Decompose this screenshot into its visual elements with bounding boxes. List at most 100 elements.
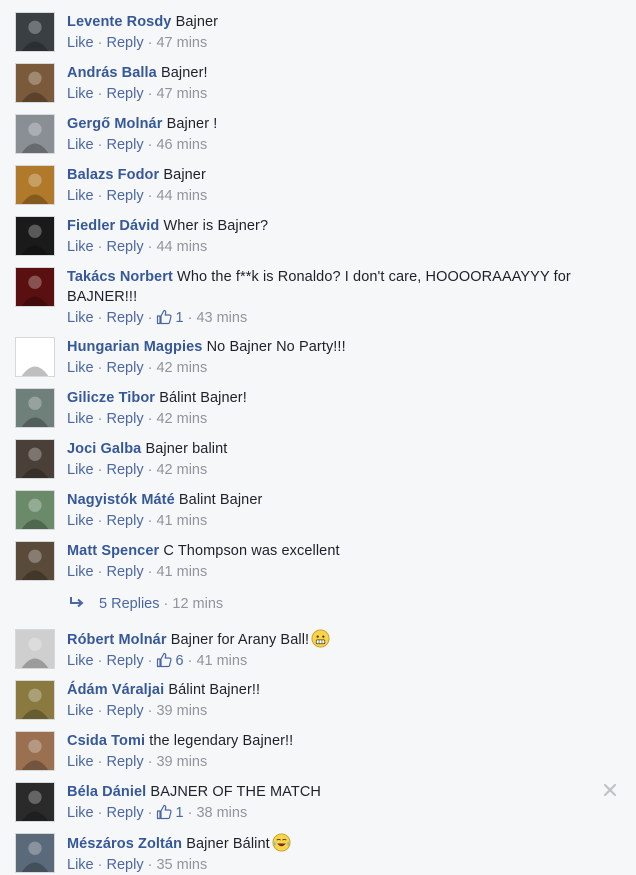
comment-line: Takács Norbert Who the f**k is Ronaldo? … — [67, 267, 606, 307]
reply-link[interactable]: Reply — [107, 310, 144, 326]
avatar[interactable] — [15, 541, 55, 581]
avatar[interactable] — [15, 63, 55, 103]
comment-text: BAJNER OF THE MATCH — [150, 784, 321, 800]
comment-author-link[interactable]: Mészáros Zoltán — [67, 836, 182, 852]
reply-link[interactable]: Reply — [107, 703, 144, 719]
like-link[interactable]: Like — [67, 857, 94, 873]
like-link[interactable]: Like — [67, 360, 94, 376]
reply-link[interactable]: Reply — [107, 239, 144, 255]
comment-author-link[interactable]: Béla Dániel — [67, 784, 146, 800]
comment-time[interactable]: 35 mins — [156, 857, 207, 873]
comment-time[interactable]: 42 mins — [156, 462, 207, 478]
comment-time[interactable]: 38 mins — [196, 805, 247, 821]
comment-line: Joci Galba Bajner balint — [67, 439, 606, 459]
meta-separator: · — [93, 411, 107, 427]
reply-link[interactable]: Reply — [107, 513, 144, 529]
replies-link-row[interactable]: 5 Replies · 12 mins — [69, 594, 223, 614]
reply-link[interactable]: Reply — [107, 462, 144, 478]
reply-link[interactable]: Reply — [107, 564, 144, 580]
comment-author-link[interactable]: Takács Norbert — [67, 269, 173, 285]
reply-link[interactable]: Reply — [107, 857, 144, 873]
comment-time[interactable]: 41 mins — [156, 513, 207, 529]
comment-author-link[interactable]: Hungarian Magpies — [67, 339, 202, 355]
comment-meta: Like · Reply · 42 mins — [67, 409, 606, 429]
avatar[interactable] — [15, 216, 55, 256]
comment-body: Mészáros Zoltán Bajner Bálint Like · Repl… — [67, 833, 606, 875]
comment-time[interactable]: 42 mins — [156, 411, 207, 427]
avatar[interactable] — [15, 439, 55, 479]
comment-time[interactable]: 42 mins — [156, 360, 207, 376]
meta-separator: · — [93, 360, 107, 376]
reply-link[interactable]: Reply — [107, 411, 144, 427]
like-link[interactable]: Like — [67, 703, 94, 719]
comment-author-link[interactable]: Joci Galba — [67, 441, 141, 457]
avatar[interactable] — [15, 490, 55, 530]
like-link[interactable]: Like — [67, 310, 94, 326]
avatar[interactable] — [15, 629, 55, 669]
comment-time[interactable]: 44 mins — [156, 239, 207, 255]
like-count[interactable]: 1 — [175, 805, 183, 821]
avatar[interactable] — [15, 731, 55, 771]
like-link[interactable]: Like — [67, 239, 94, 255]
comment-author-link[interactable]: András Balla — [67, 65, 157, 81]
comment-meta: Like · Reply · 41 mins — [67, 562, 606, 582]
comment-time[interactable]: 44 mins — [156, 188, 207, 204]
avatar[interactable] — [15, 267, 55, 307]
comment-line: Ádám Váraljai Bálint Bajner!! — [67, 680, 606, 700]
comment-author-link[interactable]: Levente Rosdy — [67, 14, 171, 30]
comment-body: Nagyistók Máté Balint Bajner Like · Reply… — [67, 490, 606, 531]
like-link[interactable]: Like — [67, 137, 94, 153]
like-link[interactable]: Like — [67, 754, 94, 770]
like-link[interactable]: Like — [67, 653, 94, 669]
thumbs-up-icon — [157, 804, 173, 820]
comment-time[interactable]: 47 mins — [156, 35, 207, 51]
comment-author-link[interactable]: Csida Tomi — [67, 733, 145, 749]
comment-author-link[interactable]: Balazs Fodor — [67, 167, 159, 183]
replies-count-link[interactable]: 5 Replies — [99, 596, 159, 612]
comment-time[interactable]: 47 mins — [156, 86, 207, 102]
reply-link[interactable]: Reply — [107, 188, 144, 204]
close-icon[interactable] — [602, 782, 618, 798]
like-link[interactable]: Like — [67, 513, 94, 529]
avatar[interactable] — [15, 680, 55, 720]
comment-author-link[interactable]: Gilicze Tibor — [67, 390, 155, 406]
like-link[interactable]: Like — [67, 86, 94, 102]
like-count[interactable]: 6 — [175, 653, 183, 669]
avatar[interactable] — [15, 833, 55, 873]
comment-time[interactable]: 46 mins — [156, 137, 207, 153]
comment-time[interactable]: 41 mins — [196, 653, 247, 669]
reply-link[interactable]: Reply — [107, 137, 144, 153]
meta-separator: · — [93, 653, 107, 669]
comment-author-link[interactable]: Gergő Molnár — [67, 116, 162, 132]
avatar[interactable] — [15, 337, 55, 377]
reply-link[interactable]: Reply — [107, 35, 144, 51]
comment-time[interactable]: 41 mins — [156, 564, 207, 580]
comment-author-link[interactable]: Róbert Molnár — [67, 632, 167, 648]
reply-link[interactable]: Reply — [107, 360, 144, 376]
comment-time[interactable]: 39 mins — [156, 754, 207, 770]
like-link[interactable]: Like — [67, 564, 94, 580]
like-link[interactable]: Like — [67, 805, 94, 821]
avatar[interactable] — [15, 114, 55, 154]
comment-time[interactable]: 43 mins — [196, 310, 247, 326]
comment-author-link[interactable]: Matt Spencer — [67, 543, 159, 559]
comment-time[interactable]: 39 mins — [156, 703, 207, 719]
comment-author-link[interactable]: Ádám Váraljai — [67, 682, 164, 698]
avatar[interactable] — [15, 12, 55, 52]
comment-line: Gilicze Tibor Bálint Bajner! — [67, 388, 606, 408]
like-link[interactable]: Like — [67, 188, 94, 204]
reply-link[interactable]: Reply — [107, 653, 144, 669]
like-link[interactable]: Like — [67, 35, 94, 51]
reply-link[interactable]: Reply — [107, 805, 144, 821]
avatar[interactable] — [15, 165, 55, 205]
comment-meta: Like · Reply · 44 mins — [67, 237, 606, 257]
comment-author-link[interactable]: Fiedler Dávid — [67, 218, 159, 234]
like-link[interactable]: Like — [67, 462, 94, 478]
like-count[interactable]: 1 — [175, 310, 183, 326]
comment-author-link[interactable]: Nagyistók Máté — [67, 492, 175, 508]
like-link[interactable]: Like — [67, 411, 94, 427]
reply-link[interactable]: Reply — [107, 754, 144, 770]
avatar[interactable] — [15, 782, 55, 822]
avatar[interactable] — [15, 388, 55, 428]
reply-link[interactable]: Reply — [107, 86, 144, 102]
